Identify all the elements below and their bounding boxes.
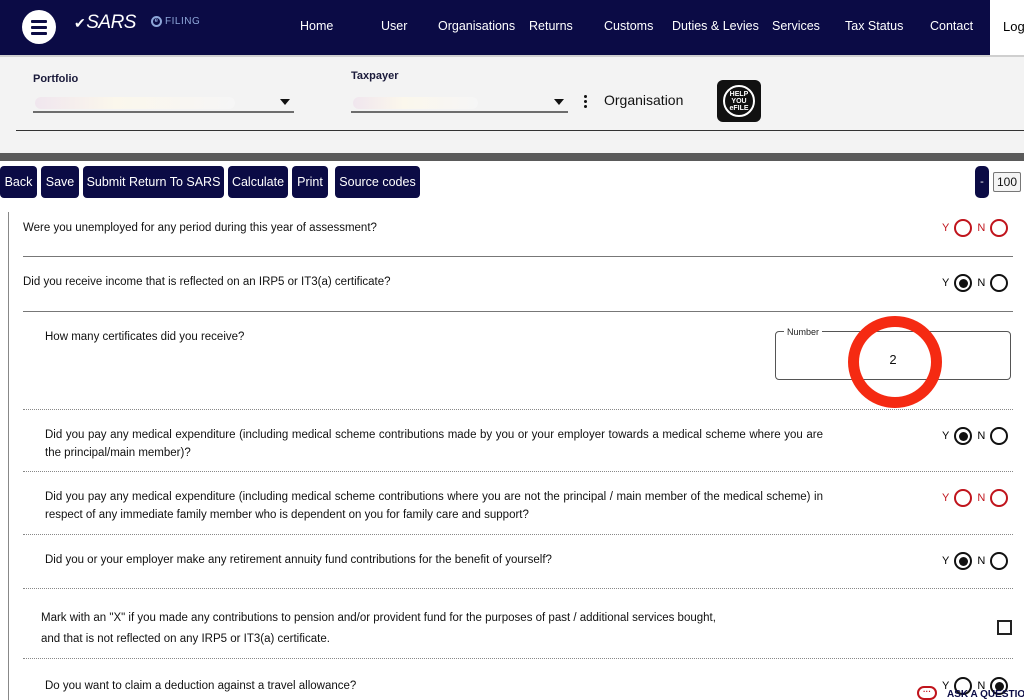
divider	[23, 409, 1013, 410]
chevron-down-icon	[554, 99, 564, 105]
portfolio-select[interactable]	[33, 93, 294, 113]
nav-customs[interactable]: Customs	[604, 19, 653, 33]
yes-label: Y	[942, 555, 950, 567]
menu-line-icon	[31, 31, 47, 35]
taxpayer-select[interactable]	[351, 93, 568, 113]
help-badge-line: YOU	[731, 97, 747, 105]
taxpayer-value-redacted	[353, 97, 478, 109]
nav-tax-status[interactable]: Tax Status	[845, 19, 903, 33]
portfolio-label: Portfolio	[33, 73, 79, 85]
radio-yes[interactable]	[954, 219, 973, 237]
question-pension-past-services: Mark with an "X" if you made any contrib…	[41, 612, 716, 645]
nav-duties-levies[interactable]: Duties & Levies	[672, 19, 759, 33]
question-travel-allowance: Do you want to claim a deduction against…	[45, 680, 357, 692]
radio-yes[interactable]	[954, 489, 973, 507]
radio-no[interactable]	[990, 427, 1009, 445]
print-button[interactable]: Print	[292, 166, 328, 198]
menu-line-icon	[31, 25, 47, 29]
no-label: N	[977, 277, 986, 289]
chevron-down-icon	[280, 99, 290, 105]
divider	[0, 153, 1024, 161]
sars-logo[interactable]: ✔ SARS	[74, 12, 136, 34]
no-label: N	[977, 222, 986, 234]
pension-past-services-checkbox[interactable]	[997, 620, 1012, 635]
zoom-out-button[interactable]: -	[975, 166, 989, 198]
menu-line-icon	[31, 19, 47, 23]
radio-no[interactable]	[990, 489, 1009, 507]
hamburger-menu-button[interactable]	[22, 10, 56, 44]
zoom-level[interactable]: 100	[993, 172, 1021, 192]
question-retirement-annuity: Did you or your employer make any retire…	[45, 554, 552, 566]
efiling-text: FILING	[165, 16, 201, 27]
calculate-button[interactable]: Calculate	[228, 166, 288, 198]
radio-no[interactable]	[990, 274, 1009, 292]
help-badge-line: HELP	[729, 90, 749, 98]
efiling-logo: e FILING	[151, 16, 200, 27]
divider	[23, 534, 1013, 535]
no-label: N	[977, 492, 986, 504]
nav-contact[interactable]: Contact	[930, 19, 973, 33]
save-button[interactable]: Save	[41, 166, 79, 198]
form-left-border	[8, 212, 9, 700]
sars-swoosh-icon: ✔	[74, 14, 86, 31]
radio-no[interactable]	[990, 552, 1009, 570]
yes-no-irp5-income: Y N	[937, 274, 1009, 292]
nav-user[interactable]: User	[381, 19, 407, 33]
nav-organisations[interactable]: Organisations	[438, 19, 515, 33]
divider	[16, 130, 1024, 131]
radio-no[interactable]	[990, 219, 1009, 237]
yes-no-unemployed: Y N	[937, 219, 1009, 237]
organisation-label[interactable]: Organisation	[604, 92, 683, 108]
efiling-e-icon: e	[151, 16, 162, 27]
no-label: N	[977, 555, 986, 567]
portfolio-value-redacted	[35, 97, 235, 109]
yes-no-medical-dependent: Y N	[937, 489, 1009, 507]
yes-label: Y	[942, 277, 950, 289]
headset-icon: HELP YOU eFILE	[723, 85, 755, 117]
yes-label: Y	[942, 222, 950, 234]
question-medical-main-member: Did you pay any medical expenditure (inc…	[45, 429, 823, 459]
yes-label: Y	[942, 430, 950, 442]
ask-a-question-label: ASK A QUESTION	[947, 689, 1024, 700]
yes-no-medical-main-member: Y N	[937, 427, 1009, 445]
back-button[interactable]: Back	[0, 166, 37, 198]
divider	[23, 588, 1013, 589]
no-label: N	[977, 430, 986, 442]
nav-home[interactable]: Home	[300, 19, 333, 33]
yes-no-retirement-annuity: Y N	[937, 552, 1009, 570]
divider	[23, 658, 1013, 659]
divider	[23, 256, 1013, 257]
nav-returns[interactable]: Returns	[529, 19, 573, 33]
certificate-count-value[interactable]: 2	[775, 352, 1011, 367]
question-unemployed: Were you unemployed for any period durin…	[23, 222, 377, 234]
divider	[23, 311, 1013, 312]
divider	[23, 471, 1013, 472]
nav-services[interactable]: Services	[772, 19, 820, 33]
nav-login[interactable]: Log	[990, 0, 1024, 55]
submit-return-button[interactable]: Submit Return To SARS	[83, 166, 224, 198]
brand-name: SARS	[86, 12, 136, 33]
radio-yes[interactable]	[954, 427, 973, 445]
question-certificate-count: How many certificates did you receive?	[45, 331, 245, 343]
source-codes-button[interactable]: Source codes	[335, 166, 420, 198]
ask-a-question-button[interactable]: ··· ASK A QUESTION	[917, 686, 1024, 700]
number-field-label: Number	[784, 327, 823, 337]
question-irp5-income: Did you receive income that is reflected…	[23, 276, 391, 288]
top-navigation-bar: ✔ SARS e FILING Home User Organisations …	[0, 0, 1024, 55]
taxpayer-label: Taxpayer	[351, 70, 399, 82]
help-badge-line: eFILE	[729, 104, 749, 112]
radio-yes[interactable]	[954, 552, 973, 570]
question-medical-dependent: Did you pay any medical expenditure (inc…	[45, 491, 823, 521]
yes-label: Y	[942, 492, 950, 504]
radio-yes[interactable]	[954, 274, 973, 292]
help-you-efile-button[interactable]: HELP YOU eFILE	[717, 80, 761, 122]
more-options-icon[interactable]	[584, 95, 587, 108]
chat-bubble-icon: ···	[917, 686, 937, 700]
